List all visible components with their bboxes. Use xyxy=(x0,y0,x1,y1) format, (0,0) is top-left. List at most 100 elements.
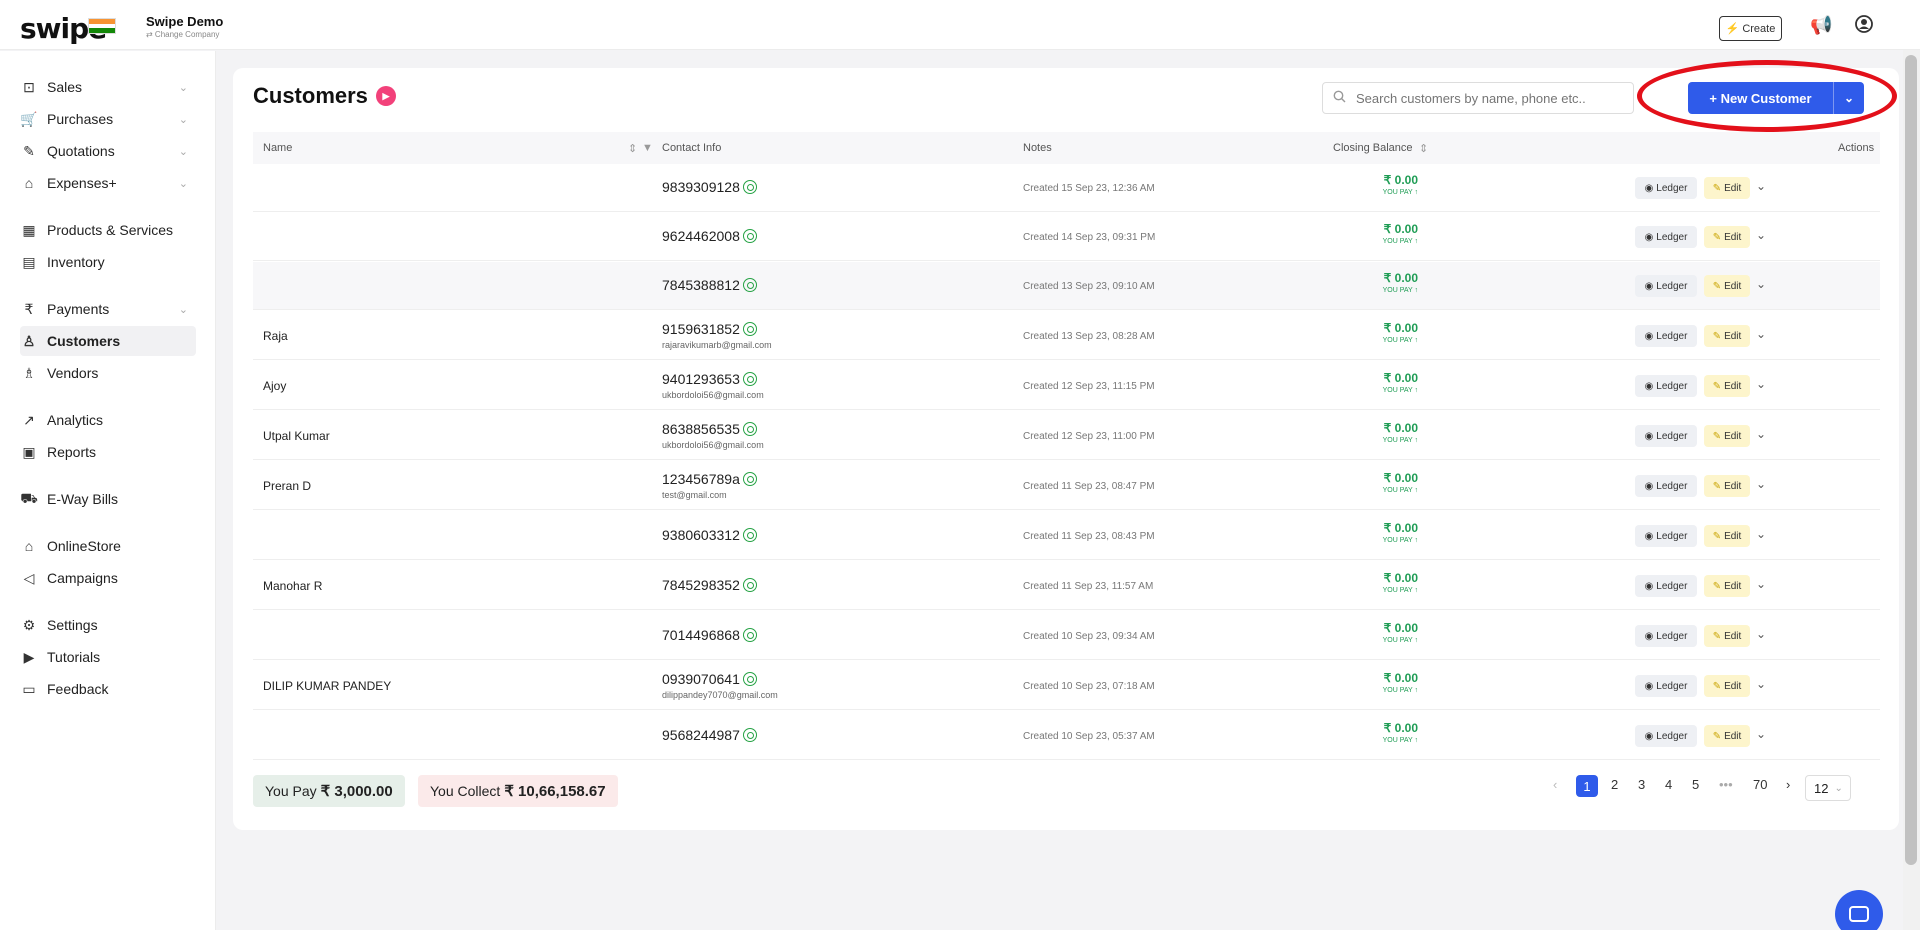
search-box[interactable] xyxy=(1322,82,1634,114)
table-row[interactable]: Manohar R 7845298352 Created 11 Sep 23, … xyxy=(253,562,1880,610)
whatsapp-icon[interactable] xyxy=(742,372,757,386)
chevron-down-icon[interactable]: ⌄ xyxy=(1756,577,1766,591)
table-row[interactable]: 9624462008 Created 14 Sep 23, 09:31 PM ₹… xyxy=(253,213,1880,261)
chevron-down-icon[interactable]: ⌄ xyxy=(1756,727,1766,741)
edit-button[interactable]: ✎ Edit xyxy=(1704,475,1750,497)
sidebar-item-eway-bills[interactable]: ⛟ E-Way Bills xyxy=(20,484,196,514)
company-switcher[interactable]: Swipe Demo ⇄ Change Company xyxy=(146,14,223,39)
table-row[interactable]: DILIP KUMAR PANDEY 0939070641 dilippande… xyxy=(253,662,1880,710)
scrollbar-thumb[interactable] xyxy=(1905,55,1917,865)
column-name[interactable]: Name xyxy=(263,142,292,154)
customer-name[interactable]: DILIP KUMAR PANDEY xyxy=(263,679,391,693)
play-tutorial-icon[interactable]: ▶ xyxy=(375,86,396,106)
sidebar-item-settings[interactable]: ⚙ Settings xyxy=(20,610,196,640)
chevron-down-icon[interactable]: ⌄ xyxy=(1756,327,1766,341)
sidebar-item-feedback[interactable]: ▭ Feedback xyxy=(20,674,196,704)
table-row[interactable]: Utpal Kumar 8638856535 ukbordoloi56@gmai… xyxy=(253,412,1880,460)
edit-button[interactable]: ✎ Edit xyxy=(1704,675,1750,697)
page-ellipsis[interactable]: ••• xyxy=(1719,777,1733,792)
page-button[interactable]: 70 xyxy=(1753,777,1767,792)
ledger-button[interactable]: ◉ Ledger xyxy=(1635,226,1697,248)
ledger-button[interactable]: ◉ Ledger xyxy=(1635,625,1697,647)
filter-icon[interactable]: ▼ xyxy=(642,142,653,154)
user-account-icon[interactable] xyxy=(1855,15,1873,38)
sidebar-item-analytics[interactable]: ↗ Analytics xyxy=(20,405,196,435)
whatsapp-icon[interactable] xyxy=(742,472,757,486)
sidebar-item-products-services[interactable]: ▦ Products & Services xyxy=(20,215,196,245)
sidebar-item-payments[interactable]: ₹ Payments ⌄ xyxy=(20,294,196,324)
table-row[interactable]: 9380603312 Created 11 Sep 23, 08:43 PM ₹… xyxy=(253,512,1880,560)
ledger-button[interactable]: ◉ Ledger xyxy=(1635,325,1697,347)
whatsapp-icon[interactable] xyxy=(742,180,757,194)
ledger-button[interactable]: ◉ Ledger xyxy=(1635,177,1697,199)
sidebar-item-onlinestore[interactable]: ⌂ OnlineStore xyxy=(20,531,196,561)
next-page-icon[interactable]: › xyxy=(1786,777,1790,792)
create-button[interactable]: ⚡ Create xyxy=(1719,16,1782,41)
sidebar-item-quotations[interactable]: ✎ Quotations ⌄ xyxy=(20,136,196,166)
table-row[interactable]: 9568244987 Created 10 Sep 23, 05:37 AM ₹… xyxy=(253,712,1880,760)
megaphone-icon[interactable]: 📢 xyxy=(1810,15,1832,36)
sidebar-item-vendors[interactable]: ♗ Vendors xyxy=(20,358,196,388)
sidebar-item-customers[interactable]: ♙ Customers xyxy=(20,326,196,356)
ledger-button[interactable]: ◉ Ledger xyxy=(1635,575,1697,597)
edit-button[interactable]: ✎ Edit xyxy=(1704,575,1750,597)
whatsapp-icon[interactable] xyxy=(742,578,757,592)
ledger-button[interactable]: ◉ Ledger xyxy=(1635,275,1697,297)
whatsapp-icon[interactable] xyxy=(742,322,757,336)
chevron-down-icon[interactable]: ⌄ xyxy=(1756,228,1766,242)
ledger-button[interactable]: ◉ Ledger xyxy=(1635,525,1697,547)
chevron-down-icon[interactable]: ⌄ xyxy=(1756,377,1766,391)
table-row[interactable]: 7845388812 Created 13 Sep 23, 09:10 AM ₹… xyxy=(253,262,1880,310)
edit-button[interactable]: ✎ Edit xyxy=(1704,525,1750,547)
edit-button[interactable]: ✎ Edit xyxy=(1704,375,1750,397)
chevron-down-icon[interactable]: ⌄ xyxy=(1756,427,1766,441)
page-button[interactable]: 5 xyxy=(1692,777,1699,792)
customer-name[interactable]: Ajoy xyxy=(263,379,286,393)
page-button[interactable]: 3 xyxy=(1638,777,1645,792)
customer-name[interactable]: Raja xyxy=(263,329,288,343)
edit-button[interactable]: ✎ Edit xyxy=(1704,226,1750,248)
edit-button[interactable]: ✎ Edit xyxy=(1704,177,1750,199)
prev-page-icon[interactable]: ‹ xyxy=(1553,777,1557,792)
table-row[interactable]: Raja 9159631852 rajaravikumarb@gmail.com… xyxy=(253,312,1880,360)
ledger-button[interactable]: ◉ Ledger xyxy=(1635,425,1697,447)
whatsapp-icon[interactable] xyxy=(742,628,757,642)
chat-support-button[interactable] xyxy=(1835,890,1883,930)
chevron-down-icon[interactable]: ⌄ xyxy=(1756,527,1766,541)
customer-name[interactable]: Preran D xyxy=(263,479,311,493)
sort-icon[interactable]: ⇕ xyxy=(628,142,637,155)
page-size-select[interactable]: 12 ⌄ xyxy=(1805,775,1851,801)
whatsapp-icon[interactable] xyxy=(742,528,757,542)
customer-name[interactable]: Utpal Kumar xyxy=(263,429,330,443)
whatsapp-icon[interactable] xyxy=(742,672,757,686)
sidebar-item-expenses[interactable]: ⌂ Expenses+ ⌄ xyxy=(20,168,196,198)
table-row[interactable]: 7014496868 Created 10 Sep 23, 09:34 AM ₹… xyxy=(253,612,1880,660)
chevron-down-icon[interactable]: ⌄ xyxy=(1756,179,1766,193)
edit-button[interactable]: ✎ Edit xyxy=(1704,625,1750,647)
whatsapp-icon[interactable] xyxy=(742,728,757,742)
whatsapp-icon[interactable] xyxy=(742,229,757,243)
chevron-down-icon[interactable]: ⌄ xyxy=(1756,277,1766,291)
ledger-button[interactable]: ◉ Ledger xyxy=(1635,725,1697,747)
page-button[interactable]: 2 xyxy=(1611,777,1618,792)
sidebar-item-purchases[interactable]: 🛒 Purchases ⌄ xyxy=(20,104,196,134)
whatsapp-icon[interactable] xyxy=(742,278,757,292)
page-button[interactable]: 1 xyxy=(1576,775,1598,797)
ledger-button[interactable]: ◉ Ledger xyxy=(1635,675,1697,697)
sidebar-item-tutorials[interactable]: ▶ Tutorials xyxy=(20,642,196,672)
sidebar-item-sales[interactable]: ⊡ Sales ⌄ xyxy=(20,72,196,102)
sidebar-item-inventory[interactable]: ▤ Inventory xyxy=(20,247,196,277)
ledger-button[interactable]: ◉ Ledger xyxy=(1635,375,1697,397)
chevron-down-icon[interactable]: ⌄ xyxy=(1756,677,1766,691)
edit-button[interactable]: ✎ Edit xyxy=(1704,425,1750,447)
table-row[interactable]: Ajoy 9401293653 ukbordoloi56@gmail.com C… xyxy=(253,362,1880,410)
column-balance[interactable]: Closing Balance xyxy=(1333,142,1413,154)
sidebar-item-reports[interactable]: ▣ Reports xyxy=(20,437,196,467)
whatsapp-icon[interactable] xyxy=(742,422,757,436)
edit-button[interactable]: ✎ Edit xyxy=(1704,725,1750,747)
table-row[interactable]: 9839309128 Created 15 Sep 23, 12:36 AM ₹… xyxy=(253,164,1880,212)
sort-icon[interactable]: ⇕ xyxy=(1419,142,1428,155)
page-button[interactable]: 4 xyxy=(1665,777,1672,792)
sidebar-item-campaigns[interactable]: ◁ Campaigns xyxy=(20,563,196,593)
change-company-link[interactable]: ⇄ Change Company xyxy=(146,30,223,39)
